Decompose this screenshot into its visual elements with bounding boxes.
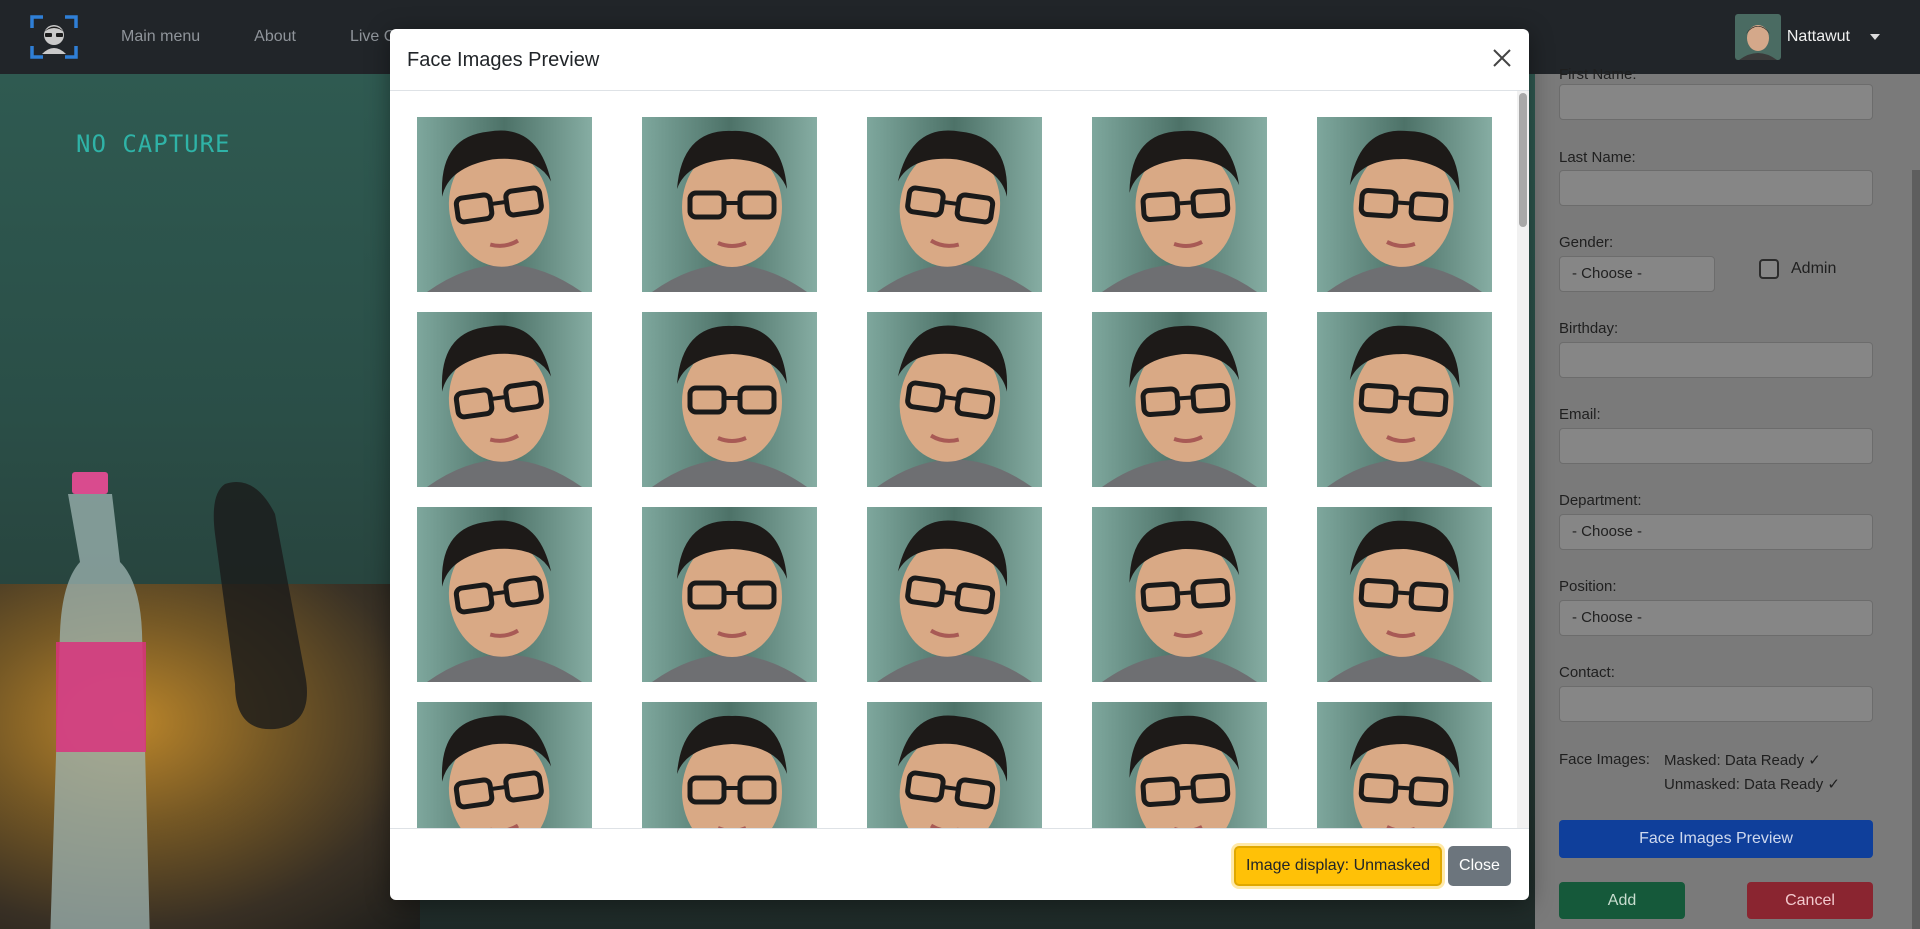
face-image-thumbnail[interactable]: [867, 312, 1042, 487]
face-image-thumbnail[interactable]: [642, 312, 817, 487]
close-icon[interactable]: [1489, 45, 1515, 71]
face-image-thumbnail[interactable]: [1092, 117, 1267, 292]
face-image-grid: [417, 117, 1492, 828]
modal-title: Face Images Preview: [407, 49, 600, 71]
modal-body: [390, 91, 1529, 828]
face-image-thumbnail[interactable]: [417, 117, 592, 292]
face-image-thumbnail[interactable]: [867, 117, 1042, 292]
face-images-modal: Face Images Preview Image display: Unmas…: [390, 29, 1529, 900]
modal-footer: Image display: Unmasked Close: [390, 828, 1529, 900]
close-button[interactable]: Close: [1448, 846, 1511, 886]
face-image-thumbnail[interactable]: [1092, 312, 1267, 487]
face-image-thumbnail[interactable]: [1317, 507, 1492, 682]
modal-scroll-thumb[interactable]: [1519, 93, 1527, 227]
image-display-toggle-button[interactable]: Image display: Unmasked: [1234, 846, 1442, 886]
modal-header: Face Images Preview: [390, 29, 1529, 91]
face-image-thumbnail[interactable]: [867, 507, 1042, 682]
face-image-thumbnail[interactable]: [1317, 702, 1492, 828]
face-image-thumbnail[interactable]: [867, 702, 1042, 828]
face-image-thumbnail[interactable]: [417, 702, 592, 828]
face-image-thumbnail[interactable]: [417, 312, 592, 487]
face-image-thumbnail[interactable]: [1092, 702, 1267, 828]
face-image-thumbnail[interactable]: [642, 507, 817, 682]
face-image-thumbnail[interactable]: [1317, 117, 1492, 292]
face-image-thumbnail[interactable]: [642, 702, 817, 828]
face-image-thumbnail[interactable]: [1092, 507, 1267, 682]
face-image-thumbnail[interactable]: [417, 507, 592, 682]
face-image-thumbnail[interactable]: [642, 117, 817, 292]
face-image-thumbnail[interactable]: [1317, 312, 1492, 487]
